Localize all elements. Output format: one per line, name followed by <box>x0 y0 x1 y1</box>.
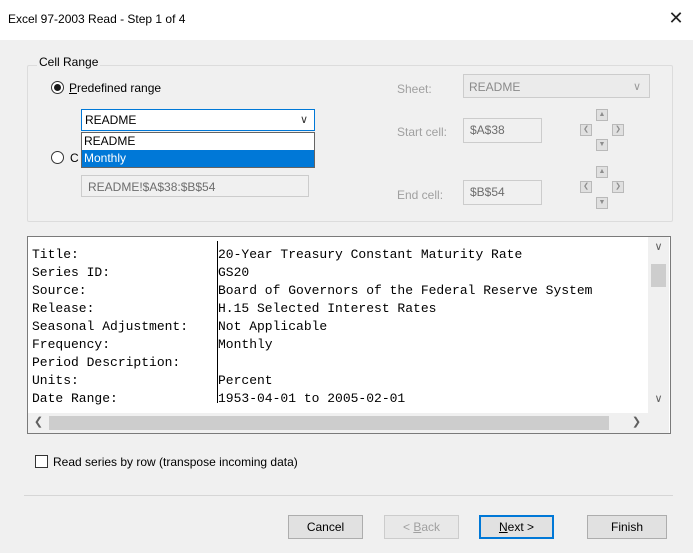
chevron-down-icon: ∨ <box>299 114 308 126</box>
preview-row: Period Description: <box>32 355 181 370</box>
custom-range-value: README!$A$38:$B$54 <box>88 180 216 194</box>
horizontal-scroll-thumb[interactable] <box>49 416 609 430</box>
data-preview[interactable]: Title: 20-Year Treasury Constant Maturit… <box>27 236 671 434</box>
combo-value: README <box>85 113 137 127</box>
preview-row: Title: <box>32 247 79 262</box>
predefined-range-combo[interactable]: README ∨ <box>81 109 315 131</box>
preview-value: H.15 Selected Interest Rates <box>218 301 437 316</box>
transpose-label[interactable]: Read series by row (transpose incoming d… <box>53 455 298 469</box>
start-cell-label: Start cell: <box>397 125 448 139</box>
start-right-icon[interactable]: ❯ <box>612 124 624 136</box>
preview-row: Release: <box>32 301 95 316</box>
dropdown-option-monthly[interactable]: Monthly <box>82 150 314 167</box>
preview-row: Source: <box>32 283 87 298</box>
start-up-icon[interactable]: ▲ <box>596 109 608 121</box>
window-title: Excel 97-2003 Read - Step 1 of 4 <box>8 12 186 26</box>
preview-value: Not Applicable <box>218 319 328 334</box>
end-down-icon[interactable]: ▼ <box>596 197 608 209</box>
preview-row: Series ID: <box>32 265 111 280</box>
predefined-range-label[interactable]: Predefined range <box>69 81 161 95</box>
end-cell-value: $B$54 <box>470 185 505 199</box>
preview-value: Board of Governors of the Federal Reserv… <box>218 283 593 298</box>
transpose-checkbox[interactable] <box>35 455 48 468</box>
custom-range-label[interactable]: C <box>70 151 79 165</box>
end-right-icon[interactable]: ❯ <box>612 181 624 193</box>
preview-value: 20-Year Treasury Constant Maturity Rate <box>218 247 523 262</box>
end-left-icon[interactable]: ❮ <box>580 181 592 193</box>
chevron-down-icon: ∨ <box>632 81 641 93</box>
preview-row: Seasonal Adjustment: <box>32 319 189 334</box>
close-icon[interactable]: ✕ <box>666 8 686 28</box>
preview-value: 1953-04-01 to 2005-02-01 <box>218 391 406 406</box>
vertical-scroll-thumb[interactable] <box>651 264 666 287</box>
back-button[interactable]: < Back <box>384 515 459 539</box>
sheet-value: README <box>469 80 521 94</box>
predefined-range-radio[interactable] <box>51 81 64 94</box>
scroll-right-icon[interactable]: ❯ <box>628 414 645 431</box>
start-down-icon[interactable]: ▼ <box>596 139 608 151</box>
sheet-combo[interactable]: README ∨ <box>463 74 650 98</box>
scroll-corner <box>648 413 669 433</box>
start-cell-field[interactable]: $A$38 <box>463 118 542 143</box>
preview-row: Frequency: <box>32 337 111 352</box>
start-cell-value: $A$38 <box>470 123 505 137</box>
preview-value: Monthly <box>218 337 273 352</box>
scroll-up-icon[interactable]: ∨ <box>650 239 667 256</box>
next-button[interactable]: Next > <box>479 515 554 539</box>
horizontal-scrollbar[interactable]: ❮ ❯ <box>28 413 648 433</box>
scroll-left-icon[interactable]: ❮ <box>30 414 47 431</box>
scroll-down-icon[interactable]: ∨ <box>650 391 667 408</box>
dropdown-option-readme[interactable]: README <box>82 133 314 150</box>
end-cell-field[interactable]: $B$54 <box>463 180 542 205</box>
preview-row: Date Range: <box>32 391 118 406</box>
end-up-icon[interactable]: ▲ <box>596 166 608 178</box>
preview-row: Units: <box>32 373 79 388</box>
vertical-scrollbar[interactable]: ∨ ∨ <box>648 237 669 413</box>
footer-separator <box>24 495 673 496</box>
preview-value: Percent <box>218 373 273 388</box>
preview-value: GS20 <box>218 265 250 280</box>
custom-range-field[interactable]: README!$A$38:$B$54 <box>81 175 309 197</box>
predefined-range-dropdown: README Monthly <box>81 132 315 168</box>
cancel-button[interactable]: Cancel <box>288 515 363 539</box>
finish-button[interactable]: Finish <box>587 515 667 539</box>
start-left-icon[interactable]: ❮ <box>580 124 592 136</box>
cell-range-legend: Cell Range <box>37 55 101 69</box>
custom-range-radio[interactable] <box>51 151 64 164</box>
sheet-label: Sheet: <box>397 82 432 96</box>
end-cell-label: End cell: <box>397 188 444 202</box>
title-bar: Excel 97-2003 Read - Step 1 of 4 ✕ <box>0 0 693 40</box>
